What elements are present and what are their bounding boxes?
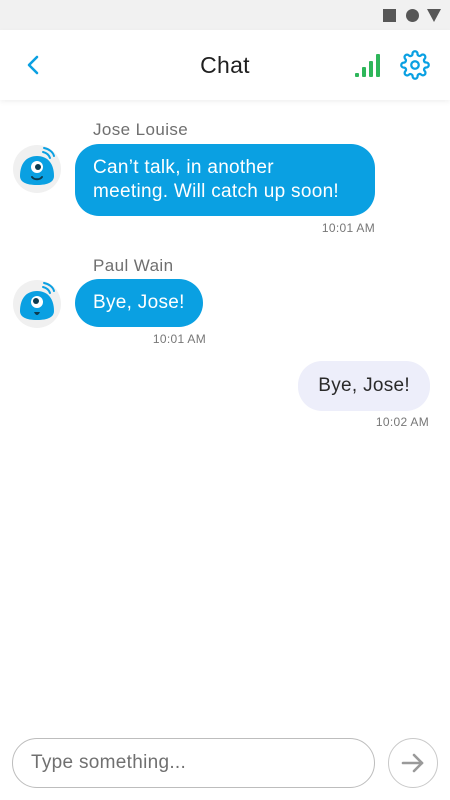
message-input[interactable] xyxy=(12,738,375,788)
message-timestamp: 10:01 AM xyxy=(152,332,206,346)
monster-avatar-icon xyxy=(13,145,61,193)
message-line: Bye, Jose! xyxy=(93,292,185,313)
signal-button[interactable] xyxy=(354,52,382,78)
sender-name: Jose Louise xyxy=(93,120,189,139)
gear-icon xyxy=(400,50,430,80)
square-icon xyxy=(383,9,396,22)
message-line: Can’t talk, in another xyxy=(93,157,274,178)
circle-icon xyxy=(406,9,419,22)
page-title: Chat xyxy=(200,52,250,78)
message-line: Bye, Jose! xyxy=(318,375,410,396)
avatar[interactable] xyxy=(12,144,62,194)
settings-button[interactable] xyxy=(400,50,430,80)
signal-bars-icon xyxy=(355,54,380,77)
message-line: meeting. Will catch up soon! xyxy=(93,181,340,202)
message-timestamp: 10:02 AM xyxy=(375,415,429,429)
sender-name: Paul Wain xyxy=(93,256,174,275)
message-bubble[interactable]: Bye, Jose! xyxy=(75,279,203,327)
status-bar xyxy=(0,0,450,30)
message-bubble[interactable]: Can’t talk, in another meeting. Will cat… xyxy=(75,144,375,216)
send-button[interactable] xyxy=(388,738,438,788)
arrow-right-icon xyxy=(401,753,424,773)
avatar[interactable] xyxy=(12,279,62,329)
triangle-icon xyxy=(427,9,441,22)
app-header: Chat xyxy=(0,30,450,100)
message-timestamp: 10:01 AM xyxy=(321,221,375,235)
monster-avatar-icon xyxy=(13,280,61,328)
message-bubble[interactable]: Bye, Jose! xyxy=(298,361,430,411)
